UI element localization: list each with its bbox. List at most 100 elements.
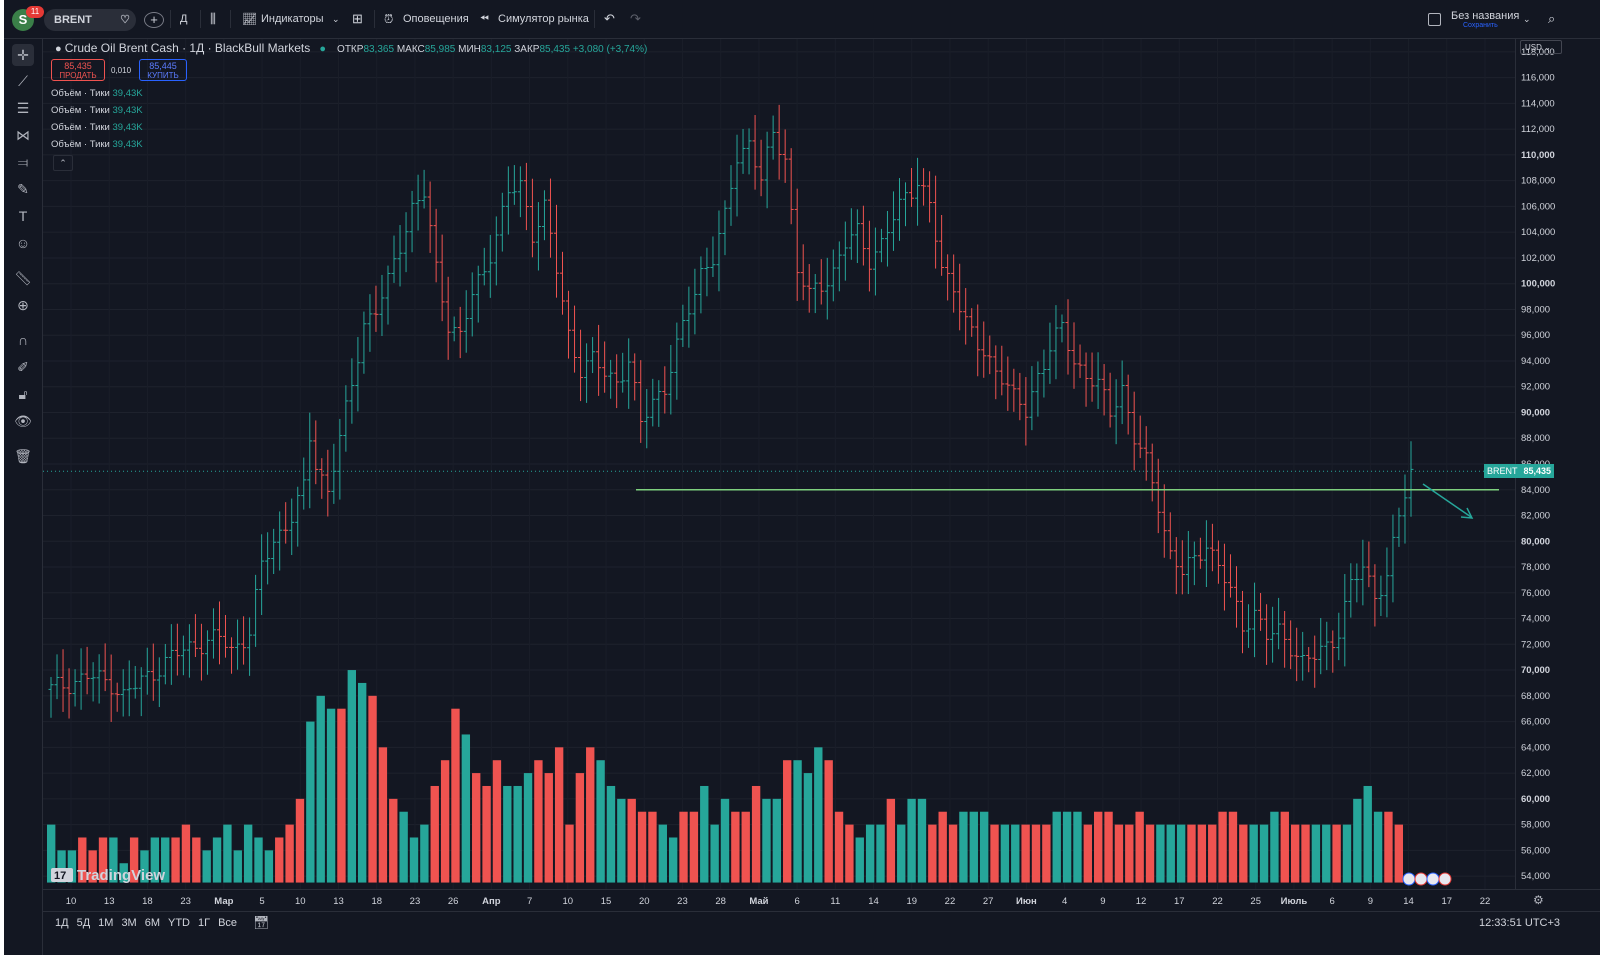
price-tick-label: 90,000	[1521, 407, 1550, 418]
redo-icon[interactable]: ↷	[630, 8, 641, 30]
indicator-legend-row[interactable]: Объём · Тики 39,43K	[51, 88, 143, 99]
replay-button[interactable]: Симулятор рынка	[498, 8, 589, 30]
time-tick-label: 19	[906, 896, 917, 907]
volume-bar	[1021, 824, 1030, 883]
ohlc-bar	[415, 174, 421, 231]
forecast-icon[interactable]: ⫤	[12, 151, 34, 173]
indicator-legend-row[interactable]: Объём · Тики 39,43K	[51, 122, 143, 133]
last-price-symbol: BRENT	[1487, 466, 1518, 477]
clock[interactable]: 12:33:51 UTC+3	[1479, 917, 1560, 929]
ohlc-bar	[114, 682, 120, 712]
settings-icon[interactable]: ⚙	[1533, 893, 1544, 907]
emoji-icon[interactable]: ☺	[12, 232, 34, 254]
trendline-icon[interactable]: ⟋	[12, 70, 34, 92]
ohlc-bar	[698, 256, 704, 314]
interval-button[interactable]: Д	[180, 8, 187, 30]
ohlc-bar	[216, 601, 222, 665]
indicator-legend-row[interactable]: Объём · Тики 39,43K	[51, 105, 143, 116]
crosshair-icon[interactable]: ✛	[12, 44, 34, 66]
volume-bar	[834, 811, 844, 883]
ohlc-bar	[1360, 539, 1366, 606]
ohlc-bar	[397, 225, 403, 287]
ohlc-bar	[1011, 368, 1017, 412]
range-button[interactable]: YTD	[168, 917, 190, 929]
eye-icon[interactable]: 👁︎	[12, 410, 34, 432]
indicators-button[interactable]: Индикаторы	[261, 8, 324, 30]
watermark-text: TradingView	[77, 867, 165, 884]
ruler-icon[interactable]: 📏︎	[12, 267, 34, 289]
fib-icon[interactable]: ☰	[12, 97, 34, 119]
volume-bar	[658, 824, 667, 883]
volume-bar	[1176, 824, 1186, 883]
time-tick-label: 22	[1212, 896, 1223, 907]
sell-button[interactable]: 85,435 ПРОДАТЬ	[51, 59, 105, 81]
layout-checkbox[interactable]	[1428, 13, 1441, 26]
ohlc-bar	[229, 637, 235, 674]
pencil-lock-icon[interactable]: ✐	[12, 356, 34, 378]
price-tick-label: 70,000	[1521, 665, 1550, 676]
currency-selector[interactable]: USD ⌄	[1520, 40, 1562, 54]
time-tick-label: 18	[142, 896, 153, 907]
indicator-legend-row[interactable]: Объём · Тики 39,43K	[51, 139, 143, 150]
range-button[interactable]: 1Г	[198, 917, 210, 929]
volume-bars	[47, 670, 1403, 883]
volume-bar	[368, 695, 377, 883]
ohlc-bar	[1053, 305, 1059, 380]
ohlc-bar	[1125, 374, 1131, 435]
search-icon[interactable]: ⌕	[1548, 8, 1555, 30]
volume-bar	[503, 785, 512, 883]
date-range-icon[interactable]: 📅︎	[253, 915, 270, 931]
ohlc-bar	[1342, 574, 1348, 667]
trash-icon[interactable]: 🗑︎	[12, 445, 34, 467]
time-axis[interactable]: 10 13 18 23 Мар 5 10 13 18 23 26 Апр 7 10 15 20 23 28 Май 6…	[43, 889, 1600, 912]
alarm-icon[interactable]: ⏰︎	[384, 8, 393, 30]
text-icon[interactable]: T	[12, 205, 34, 227]
pattern-icon[interactable]: ⋈	[12, 124, 34, 146]
chevron-down-icon[interactable]: ⌄	[332, 8, 340, 30]
price-chart[interactable]: 17 TradingView	[43, 39, 1515, 889]
ohlc-bar	[1167, 512, 1173, 560]
volume-bar	[627, 798, 636, 883]
symbol-search-button[interactable]: BRENT ♡	[44, 9, 136, 31]
ohlc-bar	[499, 192, 505, 252]
lock-icon[interactable]: 🔓︎	[12, 383, 34, 405]
range-button[interactable]: 1М	[98, 917, 113, 929]
chart-style-icon[interactable]: ⫼	[210, 8, 216, 30]
ohlc-bar	[1348, 563, 1354, 618]
buy-button[interactable]: 85,445 КУПИТЬ	[139, 59, 187, 81]
range-button[interactable]: 1Д	[55, 917, 69, 929]
rewind-icon[interactable]: ⏪︎	[480, 8, 489, 30]
ohlc-bar	[541, 190, 547, 241]
indicators-icon[interactable]: 📈︎	[242, 8, 257, 30]
ohlc-bar	[999, 345, 1005, 396]
price-tick-label: 102,000	[1521, 253, 1555, 264]
price-axis[interactable]: 118,000 116,000 114,000 112,000 110,000 108,0…	[1484, 39, 1600, 889]
volume-bar	[1114, 824, 1124, 883]
volume-bar	[1280, 811, 1289, 883]
symbol-title[interactable]: Crude Oil Brent Cash · 1Д · BlackBull Ma…	[65, 41, 311, 55]
range-button[interactable]: 5Д	[77, 917, 91, 929]
alerts-button[interactable]: Оповещения	[403, 8, 469, 30]
ohlc-bar	[445, 276, 451, 360]
magnet-icon[interactable]: ∩	[12, 329, 34, 351]
ohlc-bar	[626, 338, 632, 409]
time-tick-label: 6	[1329, 896, 1334, 907]
add-symbol-icon[interactable]: +	[144, 12, 164, 28]
layout-save-label[interactable]: Сохранить	[1463, 22, 1498, 29]
range-button[interactable]: 3М	[121, 917, 136, 929]
range-button[interactable]: 6М	[145, 917, 160, 929]
heart-icon[interactable]: ♡	[120, 9, 130, 31]
time-tick-label: 13	[104, 896, 115, 907]
price-tick-label: 96,000	[1521, 330, 1550, 341]
range-button[interactable]: Все	[218, 917, 237, 929]
collapse-legend-button[interactable]: ⌃	[53, 155, 73, 171]
ohlc-bar	[1173, 537, 1179, 595]
undo-icon[interactable]: ↶	[604, 8, 615, 30]
chart-pane[interactable]: 17 TradingView ● Crude Oil Brent Cash · …	[43, 39, 1515, 889]
brush-icon[interactable]: ✎	[12, 178, 34, 200]
volume-bar	[700, 785, 709, 883]
zoom-icon[interactable]: ⊕	[12, 294, 34, 316]
layouts-icon[interactable]: ⊞	[352, 8, 363, 30]
layout-name[interactable]: Без названия	[1451, 10, 1519, 22]
chevron-down-icon[interactable]: ⌄	[1523, 8, 1531, 30]
